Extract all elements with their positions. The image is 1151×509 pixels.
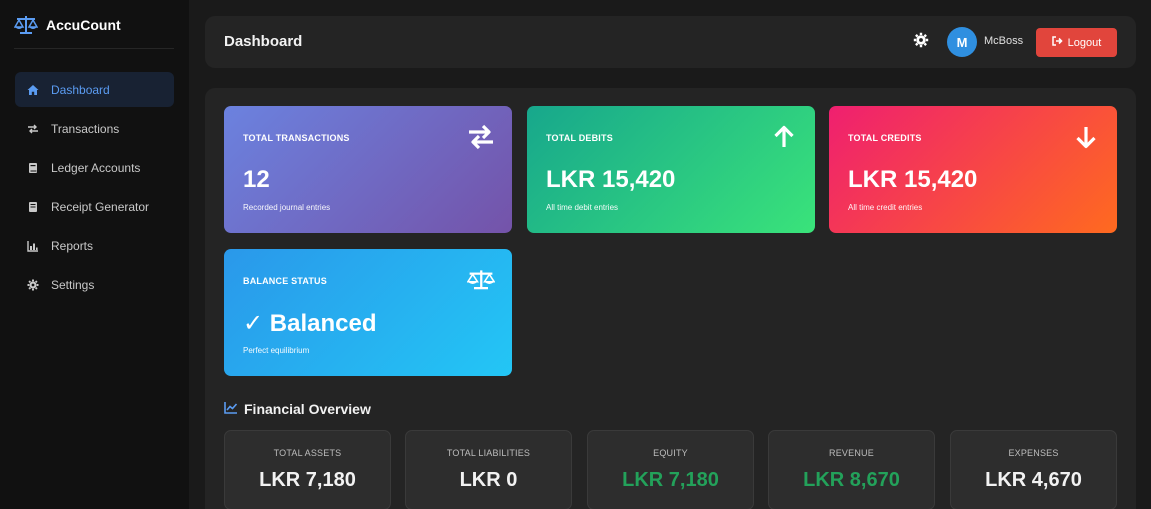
stat-label: TOTAL LIABILITIES (446, 448, 531, 458)
balance-status-card: BALANCE STATUS ✓ Balanced Perfect equili… (224, 249, 512, 376)
sidebar-item-label: Settings (51, 277, 95, 292)
stat-label: TOTAL ASSETS (273, 448, 342, 458)
equity-stat: EQUITY LKR 7,180 (587, 430, 754, 509)
sidebar-item-ledger-accounts[interactable]: Ledger Accounts (15, 150, 174, 185)
sidebar-item-label: Ledger Accounts (51, 160, 141, 175)
sidebar-item-label: Dashboard (51, 82, 110, 97)
logout-label: Logout (1067, 36, 1102, 49)
card-subtitle: All time debit entries (546, 203, 619, 212)
card-value: LKR 15,420 (546, 166, 676, 193)
theme-settings-button[interactable] (911, 32, 931, 52)
bar-chart-icon (27, 240, 39, 252)
total-transactions-card: TOTAL TRANSACTIONS 12 Recorded journal e… (224, 106, 512, 233)
sidebar-item-settings[interactable]: Settings (15, 267, 174, 302)
card-subtitle: Recorded journal entries (243, 203, 331, 212)
arrow-up-icon (770, 123, 798, 151)
avatar[interactable]: M (947, 27, 977, 57)
gear-icon (27, 279, 39, 291)
stat-value: LKR 7,180 (622, 469, 719, 491)
stat-label: REVENUE (829, 448, 874, 458)
gear-icon (913, 32, 929, 53)
logout-button[interactable]: Logout (1036, 28, 1117, 57)
total-debits-card: TOTAL DEBITS LKR 15,420 All time debit e… (527, 106, 815, 233)
sidebar-item-dashboard[interactable]: Dashboard (15, 72, 174, 107)
total-assets-stat: TOTAL ASSETS LKR 7,180 (224, 430, 391, 509)
sidebar-divider (14, 48, 174, 49)
card-value: 12 (243, 166, 270, 193)
stat-value: LKR 0 (459, 469, 518, 491)
card-subtitle: Perfect equilibrium (243, 346, 310, 355)
sidebar-item-reports[interactable]: Reports (15, 228, 174, 263)
card-label: TOTAL DEBITS (546, 133, 613, 143)
stat-value: LKR 8,670 (803, 469, 900, 491)
stat-label: EQUITY (653, 448, 688, 458)
exchange-icon (467, 123, 495, 151)
home-icon (27, 84, 39, 96)
sidebar-item-transactions[interactable]: Transactions (15, 111, 174, 146)
card-label: BALANCE STATUS (243, 276, 327, 286)
stat-value: LKR 4,670 (985, 469, 1082, 491)
brand-title: AccuCount (46, 17, 121, 33)
sidebar: AccuCount Dashboard Transactions Ledger … (0, 0, 189, 509)
sidebar-item-label: Reports (51, 238, 94, 253)
card-subtitle: All time credit entries (848, 203, 923, 212)
user-name: McBoss (984, 35, 1024, 47)
stat-label: EXPENSES (1008, 448, 1059, 458)
total-credits-card: TOTAL CREDITS LKR 15,420 All time credit… (829, 106, 1117, 233)
exchange-icon (27, 123, 39, 135)
section-title: Financial Overview (244, 401, 371, 417)
card-value: ✓ Balanced (243, 310, 377, 337)
total-liabilities-stat: TOTAL LIABILITIES LKR 0 (405, 430, 572, 509)
receipt-icon (27, 201, 39, 213)
sidebar-item-receipt-generator[interactable]: Receipt Generator (15, 189, 174, 224)
sign-out-icon (1051, 36, 1063, 49)
brand[interactable]: AccuCount (14, 14, 121, 36)
sidebar-item-label: Transactions (51, 121, 120, 136)
arrow-down-icon (1072, 123, 1100, 151)
app-root: AccuCount Dashboard Transactions Ledger … (0, 0, 1151, 509)
balance-scale-icon (467, 266, 495, 294)
top-header: Dashboard M McBoss Logout (205, 16, 1136, 68)
card-label: TOTAL TRANSACTIONS (243, 133, 350, 143)
dashboard-panel: TOTAL TRANSACTIONS 12 Recorded journal e… (205, 88, 1136, 509)
card-value: LKR 15,420 (848, 166, 978, 193)
line-chart-icon (224, 401, 238, 417)
page-title: Dashboard (224, 33, 303, 50)
balance-scale-icon (14, 15, 38, 35)
stat-value: LKR 7,180 (259, 469, 356, 491)
revenue-stat: REVENUE LKR 8,670 (768, 430, 935, 509)
sidebar-item-label: Receipt Generator (51, 199, 150, 214)
financial-overview-heading: Financial Overview (224, 400, 371, 418)
book-icon (27, 162, 39, 174)
sidebar-nav: Dashboard Transactions Ledger Accounts R… (15, 72, 174, 306)
card-label: TOTAL CREDITS (848, 133, 922, 143)
expenses-stat: EXPENSES LKR 4,670 (950, 430, 1117, 509)
